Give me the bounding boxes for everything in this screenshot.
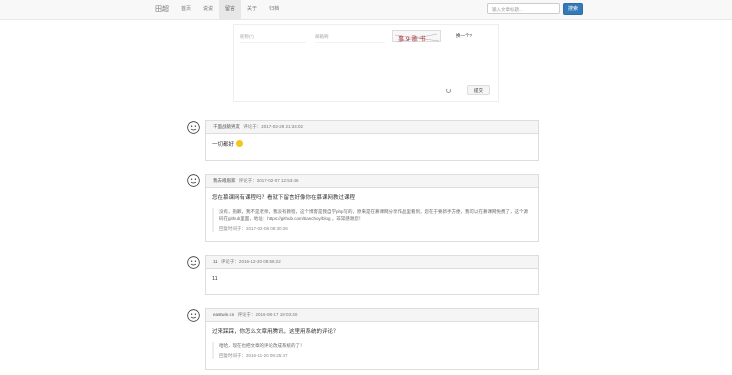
comment-user[interactable]: 千面战猿男友 bbox=[213, 124, 240, 129]
loading-spinner-icon bbox=[446, 88, 451, 93]
avatar-icon bbox=[187, 309, 200, 322]
nav-item-about[interactable]: 关于 bbox=[241, 0, 263, 19]
search-input[interactable]: 输入文章标题... bbox=[487, 3, 560, 14]
avatar-icon bbox=[187, 256, 200, 269]
nav-item-talk[interactable]: 说说 bbox=[197, 0, 219, 19]
nav-item-home[interactable]: 首页 bbox=[175, 0, 197, 19]
nav-item-guestbook[interactable]: 留言 bbox=[219, 0, 242, 19]
comment-card: 千面战猿男友 评论于：2017-03-29 21:34:02 一切都好 bbox=[205, 120, 539, 161]
comment-text: 一切都好 bbox=[212, 142, 235, 148]
reply-time: 回复时间于：2016-11-20 09:25:47 bbox=[219, 353, 288, 358]
captcha-refresh-link[interactable]: 换一个? bbox=[456, 33, 472, 39]
nav-item-archive[interactable]: 归档 bbox=[263, 0, 285, 19]
comment-header: 11 评论于：2016-12-20 09:56:22 bbox=[206, 256, 538, 269]
comment-meta: 评论于：2016-08-17 18:03:40 bbox=[237, 312, 298, 317]
admin-reply: 没有，抱歉，我不是老师，我没有教程，这个博客是我自学php写的，原来是在慕课网分… bbox=[212, 208, 532, 232]
avatar-icon bbox=[187, 174, 200, 187]
avatar-icon bbox=[187, 121, 200, 134]
comment-text: 您在慕课网有课程吗？看就下留言好像你在慕课网教过课程 bbox=[212, 195, 356, 201]
captcha-image[interactable]: 事 9 歌 书 bbox=[392, 30, 441, 43]
comment-meta: 评论于：2017-02-07 12:53:46 bbox=[238, 178, 299, 183]
comment-meta: 评论于：2016-12-20 09:56:22 bbox=[220, 259, 281, 264]
top-navbar: 田超 首页 说说 留言 关于 归档 输入文章标题... 搜索 bbox=[0, 0, 732, 20]
comment-user[interactable]: 11 bbox=[213, 259, 218, 264]
comment-card: 11 评论于：2016-12-20 09:56:22 11 bbox=[205, 255, 539, 295]
comment-card: eastwin.cn 评论于：2016-08-17 18:03:40 过来踩踩，… bbox=[205, 308, 539, 370]
comment-meta: 评论于：2017-03-29 21:34:02 bbox=[243, 124, 304, 129]
comment-header: 千面战猿男友 评论于：2017-03-29 21:34:02 bbox=[206, 121, 538, 134]
comment-user[interactable]: eastwin.cn bbox=[213, 312, 234, 317]
name-input[interactable]: 昵称(*) bbox=[240, 32, 306, 43]
comment-text: 11 bbox=[212, 276, 218, 282]
reply-time: 回复时间于：2017-02-08 08:30:28 bbox=[219, 226, 288, 231]
email-input[interactable]: 邮箱啊 bbox=[315, 32, 385, 43]
search-button[interactable]: 搜索 bbox=[563, 3, 583, 15]
brand-logo[interactable]: 田超 bbox=[155, 4, 169, 14]
comment-header: 我去峨眉家 评论于：2017-02-07 12:53:46 bbox=[206, 175, 538, 188]
comment-user[interactable]: 我去峨眉家 bbox=[213, 178, 236, 183]
comment-textarea[interactable] bbox=[240, 47, 492, 75]
captcha-text: 事 9 歌 书 bbox=[398, 35, 426, 43]
comment-text: 过来踩踩，你怎么文章用腾讯，这里用系统的评论？ bbox=[212, 329, 339, 335]
comment-card: 我去峨眉家 评论于：2017-02-07 12:53:46 您在慕课网有课程吗？… bbox=[205, 174, 539, 242]
grinning-emoji-icon bbox=[235, 140, 243, 147]
comment-header: eastwin.cn 评论于：2016-08-17 18:03:40 bbox=[206, 309, 538, 322]
admin-reply: 哈哈，现在也把文章的评论改成系统的了！ 回复时间于：2016-11-20 09:… bbox=[212, 342, 532, 359]
reply-text: 哈哈，现在也把文章的评论改成系统的了！ bbox=[219, 343, 305, 348]
reply-text: 没有，抱歉，我不是老师，我没有教程，这个博客是我自学php写的，原来是在慕课网分… bbox=[219, 209, 529, 221]
submit-button[interactable]: 提交 bbox=[467, 85, 490, 95]
main-nav: 首页 说说 留言 关于 归档 bbox=[175, 0, 285, 19]
